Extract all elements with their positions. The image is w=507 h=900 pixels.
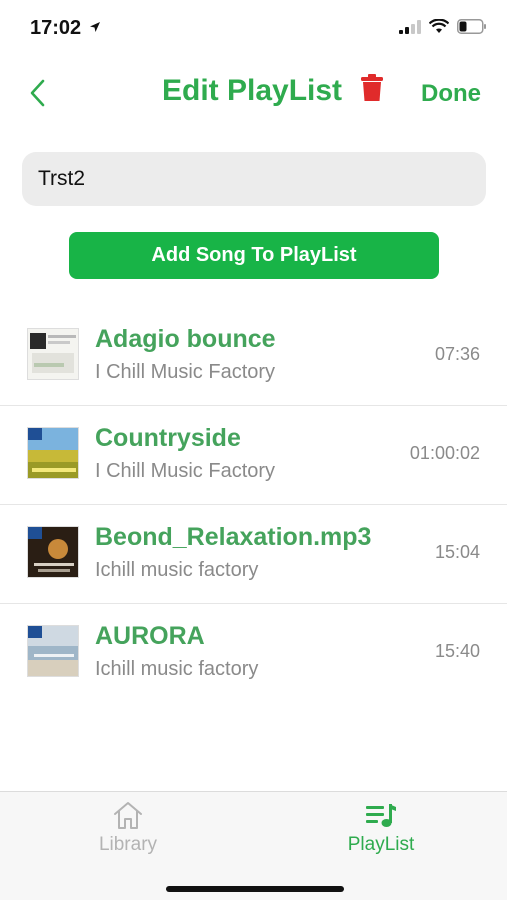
status-bar: 17:02 bbox=[0, 0, 507, 56]
song-row[interactable]: Beond_Relaxation.mp3 Ichill music factor… bbox=[0, 505, 507, 604]
song-list: Adagio bounce I Chill Music Factory 07:3… bbox=[0, 307, 507, 703]
song-artist: Ichill music factory bbox=[95, 559, 259, 581]
tab-library[interactable]: Library bbox=[68, 800, 188, 864]
nav-bar: Edit PlayList Done bbox=[0, 62, 507, 122]
playlist-icon bbox=[366, 804, 396, 827]
song-title: Adagio bounce bbox=[95, 325, 276, 353]
album-art bbox=[27, 427, 79, 479]
song-row[interactable]: Countryside I Chill Music Factory 01:00:… bbox=[0, 406, 507, 505]
album-art bbox=[27, 526, 79, 578]
wifi-icon bbox=[429, 19, 449, 33]
back-button[interactable] bbox=[22, 76, 52, 110]
home-icon bbox=[114, 802, 142, 829]
page-title: Edit PlayList bbox=[162, 74, 343, 107]
tab-label: PlayList bbox=[347, 834, 415, 855]
song-title: AURORA bbox=[95, 622, 205, 650]
song-title: Countryside bbox=[95, 424, 241, 452]
song-artist: Ichill music factory bbox=[95, 658, 259, 680]
song-duration: 15:40 bbox=[434, 641, 480, 661]
trash-icon bbox=[361, 74, 383, 101]
song-row[interactable]: Adagio bounce I Chill Music Factory 07:3… bbox=[0, 307, 507, 406]
album-art bbox=[27, 625, 79, 677]
song-title: Beond_Relaxation.mp3 bbox=[95, 523, 372, 551]
song-duration: 07:36 bbox=[434, 344, 480, 364]
song-duration: 01:00:02 bbox=[409, 443, 480, 463]
battery-icon bbox=[457, 19, 486, 34]
album-art bbox=[27, 328, 79, 380]
status-icons bbox=[399, 19, 487, 34]
cellular-signal-icon bbox=[399, 19, 421, 34]
playlist-name-input[interactable] bbox=[22, 152, 486, 206]
song-duration: 15:04 bbox=[434, 542, 480, 562]
done-button[interactable]: Done bbox=[421, 80, 481, 108]
status-time: 17:02 bbox=[30, 17, 101, 40]
location-arrow-icon bbox=[89, 22, 100, 32]
delete-playlist-button[interactable] bbox=[360, 74, 384, 102]
song-row[interactable]: AURORA Ichill music factory 15:40 bbox=[0, 604, 507, 703]
chevron-left-icon bbox=[30, 79, 45, 107]
home-indicator bbox=[166, 886, 344, 892]
tab-bar: Library PlayList bbox=[0, 791, 507, 900]
song-artist: I Chill Music Factory bbox=[95, 460, 276, 482]
tab-label: Library bbox=[98, 834, 158, 855]
song-artist: I Chill Music Factory bbox=[95, 361, 276, 383]
add-song-button[interactable]: Add Song To PlayList bbox=[69, 232, 439, 279]
tab-playlist[interactable]: PlayList bbox=[321, 800, 441, 864]
status-time-text: 17:02 bbox=[30, 17, 82, 39]
